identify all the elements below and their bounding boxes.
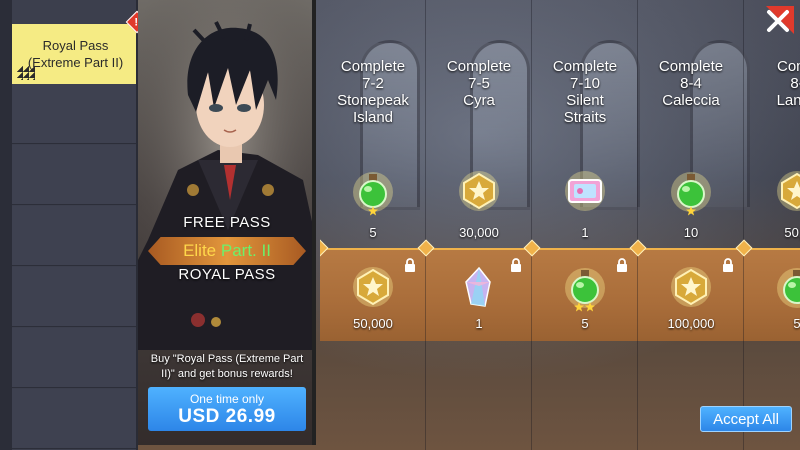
green-potion-icon[interactable]	[668, 168, 714, 216]
sidebar-item-empty[interactable]	[12, 84, 136, 144]
part-ii-word: Part. II	[216, 241, 271, 260]
lock-icon	[404, 258, 416, 272]
free-reward-count: 30,000	[459, 225, 499, 240]
green-potion-icon[interactable]	[562, 264, 608, 312]
royal-reward-count: 100,000	[667, 316, 715, 331]
royal-reward-count: 5	[581, 316, 589, 331]
star-icon	[368, 206, 378, 216]
sidebar-item-empty[interactable]	[12, 389, 136, 449]
royal-reward-count: 50,000	[353, 316, 393, 331]
free-reward-count: 5	[369, 225, 377, 240]
star-icon	[585, 302, 595, 312]
close-icon[interactable]	[762, 6, 794, 38]
accept-all-button[interactable]: Accept All	[700, 406, 792, 432]
reward-column[interactable]: Complete 7-5 Cyra 30,000 1	[426, 0, 532, 450]
star-icon	[686, 206, 696, 216]
lock-icon	[722, 258, 734, 272]
hero-panel: FREE PASS Elite Part. II ROYAL PASS Buy …	[138, 0, 316, 445]
stage-requirement: Complete 7-10 Silent Straits	[552, 58, 618, 126]
sidebar-strip	[0, 0, 12, 450]
reward-column[interactable]: Complete 8-4 Caleccia 10 100,000	[638, 0, 744, 450]
sidebar-item-empty[interactable]	[12, 145, 136, 205]
stage-requirement: Complete 7-5 Cyra	[446, 58, 512, 109]
free-reward-count: 50,0	[784, 225, 800, 240]
buy-button-subtitle: One time only	[189, 392, 265, 406]
bonus-description: Buy "Royal Pass (Extreme Part II)" and g…	[150, 353, 304, 380]
reward-track[interactable]: Complete 7-2 Stonepeak Island 5 50,000 Complet…	[320, 0, 800, 450]
buy-button-price: USD 26.99	[178, 406, 276, 427]
sidebar-item-empty[interactable]	[12, 267, 136, 327]
star-icon	[574, 302, 584, 312]
free-reward-count: 10	[683, 225, 699, 240]
character-portrait	[138, 0, 312, 350]
green-potion-icon[interactable]	[350, 168, 396, 216]
tab-corner-decoration	[17, 66, 35, 80]
sidebar-item-royal-pass[interactable]: Royal Pass (Extreme Part II)	[12, 24, 136, 84]
gold-coin-icon[interactable]	[350, 264, 396, 310]
lock-icon	[510, 258, 522, 272]
gold-coin-icon[interactable]	[668, 264, 714, 310]
free-pass-label: FREE PASS	[183, 214, 271, 231]
stage-requirement: Comp8-Lanac	[776, 58, 800, 109]
lock-icon	[616, 258, 628, 272]
crystal-icon[interactable]	[456, 264, 502, 310]
royal-pass-label: ROYAL PASS	[178, 266, 276, 283]
sidebar: Royal Pass (Extreme Part II) !	[0, 0, 149, 450]
elite-word: Elite	[183, 241, 217, 260]
stage-requirement: Complete 8-4 Caleccia	[658, 58, 724, 109]
green-potion-icon[interactable]	[774, 264, 800, 310]
reward-column[interactable]: Comp8-Lanac 50,0 5	[744, 0, 800, 450]
elite-part-ii-banner: Elite Part. II	[148, 237, 306, 265]
sidebar-item-empty[interactable]	[12, 328, 136, 388]
buy-royal-pass-button[interactable]: One time only USD 26.99	[148, 387, 306, 431]
gold-coin-icon[interactable]	[774, 168, 800, 214]
royal-reward-count: 1	[475, 316, 483, 331]
sidebar-item-empty[interactable]	[12, 206, 136, 266]
gold-coin-icon[interactable]	[456, 168, 502, 214]
ticket-icon[interactable]	[562, 168, 608, 214]
reward-column[interactable]: Complete 7-2 Stonepeak Island 5 50,000	[320, 0, 426, 450]
sidebar-item-label: Royal Pass	[42, 38, 109, 53]
reward-column[interactable]: Complete 7-10 Silent Straits 1 5	[532, 0, 638, 450]
free-reward-count: 1	[581, 225, 589, 240]
stage-requirement: Complete 7-2 Stonepeak Island	[337, 58, 409, 126]
royal-reward-count: 5	[793, 316, 800, 331]
